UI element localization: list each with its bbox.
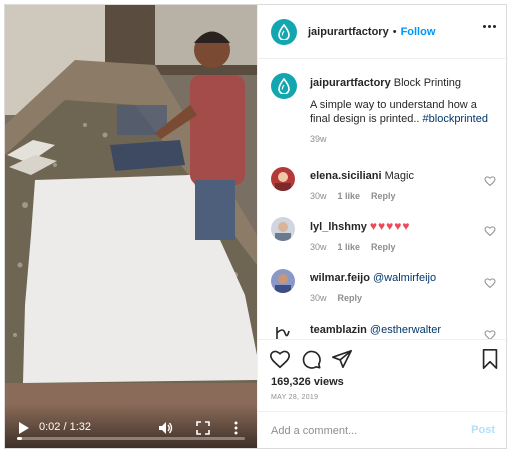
video-time: 0:02 / 1:32 <box>39 421 91 433</box>
volume-button[interactable] <box>157 420 173 436</box>
caption-text-block: A simple way to understand how a final d… <box>310 98 496 126</box>
comment-item: lyl_lhshmy ♥♥♥♥♥ 30w 1 like Reply <box>271 217 496 257</box>
video-controls: 0:02 / 1:32 <box>5 404 257 448</box>
comment-age: 30w <box>310 242 327 252</box>
header-username[interactable]: jaipurartfactory <box>308 26 389 38</box>
comment-username[interactable]: wilmar.feijo <box>310 272 370 284</box>
avatar-image <box>271 217 295 241</box>
comment-text: ♥♥♥♥♥ <box>369 219 411 233</box>
reply-button[interactable]: Reply <box>338 293 363 303</box>
comment-username[interactable]: elena.siciliani <box>310 170 382 182</box>
bookmark-icon[interactable] <box>479 348 501 370</box>
like-heart-icon[interactable] <box>269 348 291 370</box>
comment-username[interactable]: lyl_lhshmy <box>310 221 367 233</box>
comment-likes[interactable]: 1 like <box>338 191 361 201</box>
comment-input[interactable] <box>271 423 461 439</box>
commenter-avatar[interactable] <box>271 321 295 339</box>
comment-item: wilmar.feijo @walmirfeijo 30w Reply <box>271 269 496 309</box>
comment-age: 30w <box>310 293 327 303</box>
follow-button[interactable]: Follow <box>401 26 436 38</box>
post-actions: 169,326 views MAY 28, 2019 <box>258 339 508 409</box>
more-dot-icon <box>483 25 486 28</box>
brand-logo-icon <box>278 78 290 94</box>
avatar-image <box>271 321 295 339</box>
post-options-button[interactable] <box>483 25 496 28</box>
more-dot-icon <box>493 25 496 28</box>
instagram-post: 0:02 / 1:32 jaipurartfactory • Follow ja… <box>4 4 508 449</box>
add-comment-bar: Post <box>258 411 508 448</box>
comment-username[interactable]: teamblazin <box>310 324 367 336</box>
caption-age: 39w <box>310 134 327 144</box>
caption-hashtag[interactable]: #blockprinted <box>423 113 488 125</box>
caption-avatar[interactable] <box>271 73 297 99</box>
fullscreen-icon <box>196 421 210 435</box>
comments-list[interactable]: jaipurartfactory Block Printing A simple… <box>258 59 508 339</box>
video-progress-fill <box>17 437 23 440</box>
brand-logo-icon <box>278 23 290 40</box>
view-count[interactable]: 169,326 views <box>271 376 344 388</box>
more-dot-icon <box>488 25 491 28</box>
comment-age: 30w <box>310 191 327 201</box>
heart-outline-icon[interactable] <box>484 329 496 339</box>
more-vertical-icon <box>234 421 238 435</box>
video-progress-bar[interactable] <box>17 437 245 440</box>
play-button[interactable] <box>17 421 31 435</box>
reply-button[interactable]: Reply <box>371 242 396 252</box>
comment-text: Magic <box>384 170 414 182</box>
avatar-image <box>271 167 295 191</box>
comment-item: teamblazin @estherwalter <box>271 321 496 339</box>
comment-text[interactable]: @walmirfeijo <box>373 272 436 284</box>
volume-icon <box>159 422 173 434</box>
reply-button[interactable]: Reply <box>371 191 396 201</box>
commenter-avatar[interactable] <box>271 167 295 191</box>
video-frame <box>5 5 257 448</box>
comment-text[interactable]: @estherwalter <box>370 324 441 336</box>
profile-avatar[interactable] <box>271 18 297 45</box>
video-more-button[interactable] <box>231 420 241 436</box>
video-player[interactable]: 0:02 / 1:32 <box>5 5 257 448</box>
header-separator: • <box>392 25 397 38</box>
avatar-image <box>271 269 295 293</box>
post-comment-button[interactable]: Post <box>471 424 495 436</box>
comment-item: elena.siciliani Magic 30w 1 like Reply <box>271 167 496 207</box>
comment-likes[interactable]: 1 like <box>338 242 361 252</box>
heart-outline-icon[interactable] <box>484 225 496 237</box>
caption-username[interactable]: jaipurartfactory <box>310 77 391 89</box>
post-header: jaipurartfactory • Follow <box>258 5 508 59</box>
commenter-avatar[interactable] <box>271 269 295 293</box>
comment-bubble-icon[interactable] <box>300 348 322 370</box>
share-send-icon[interactable] <box>331 348 353 370</box>
heart-outline-icon[interactable] <box>484 175 496 187</box>
fullscreen-button[interactable] <box>195 420 211 436</box>
commenter-avatar[interactable] <box>271 217 295 241</box>
caption-title: Block Printing <box>393 77 462 89</box>
post-date: MAY 28, 2019 <box>271 394 319 401</box>
heart-outline-icon[interactable] <box>484 277 496 289</box>
play-icon <box>19 422 29 434</box>
post-details: jaipurartfactory • Follow jaipurartfacto… <box>257 5 508 448</box>
